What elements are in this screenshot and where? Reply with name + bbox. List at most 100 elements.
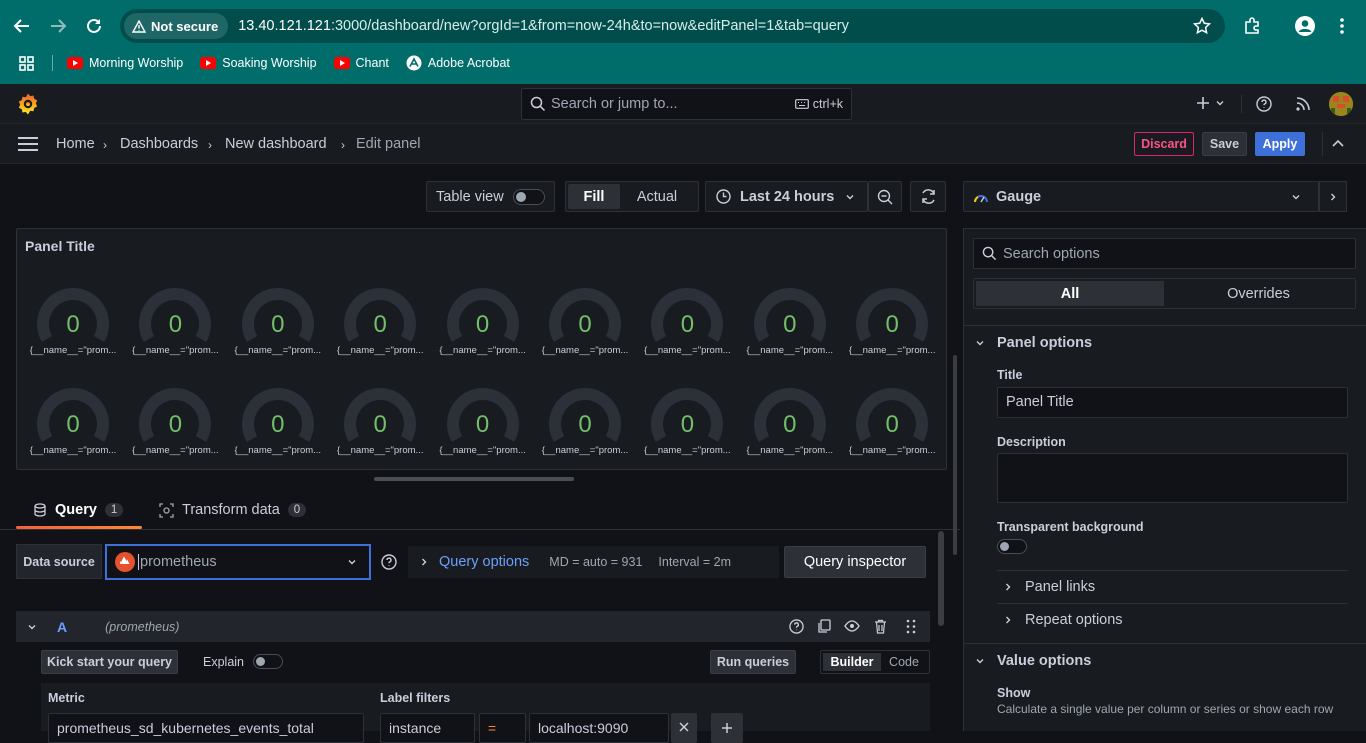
gauge: 0 {__name__="prom... [844,279,940,369]
tab-all[interactable]: All [976,281,1164,306]
visualization-name: Gauge [996,189,1042,205]
bookmark-chant[interactable]: Chant [333,56,389,70]
query-options-bar[interactable]: Query options MD = auto = 931 Interval =… [408,546,779,578]
zoom-out-button[interactable] [868,181,902,212]
gauge-value: 0 [373,311,387,338]
query-row-header[interactable]: A (prometheus) [16,611,930,642]
transform-icon [159,502,174,518]
help-icon[interactable] [789,619,804,634]
query-row-source: (prometheus) [105,619,180,634]
address-bar[interactable]: Not secure 13.40.121.121:3000/dashboard/… [120,9,1225,43]
bookmarks-divider [52,55,53,71]
duplicate-icon[interactable] [817,619,831,634]
actual-option[interactable]: Actual [620,189,694,205]
filter-value-select[interactable]: localhost:9090 [529,713,669,743]
extensions-icon[interactable] [1239,13,1265,39]
news-feed-icon[interactable] [1295,96,1311,112]
run-queries-button[interactable]: Run queries [710,650,796,674]
visualization-picker[interactable]: Gauge [963,181,1319,212]
splitter-scrollbar[interactable] [953,355,957,555]
transparent-field-label: Transparent background [997,520,1144,534]
metric-select[interactable]: prometheus_sd_kubernetes_events_total [48,713,364,743]
panel-resize-handle[interactable] [374,477,574,481]
panel-options-label: Panel options [997,335,1093,351]
panel-links-section[interactable]: Panel links [1003,579,1095,595]
keyboard-icon [794,99,809,109]
panel-options-section[interactable]: Panel options [975,335,1092,351]
save-button[interactable]: Save [1202,132,1247,156]
repeat-options-label: Repeat options [1025,612,1123,628]
grafana-logo-icon[interactable] [16,92,40,116]
search-icon [982,246,997,261]
options-search-input[interactable]: Search options [973,238,1356,269]
table-view-switch[interactable] [512,188,545,205]
global-search-input[interactable]: Search or jump to... ctrl+k [521,88,852,120]
not-secure-badge[interactable]: Not secure [124,13,229,39]
gauge-value: 0 [885,311,899,338]
breadcrumb-home[interactable]: Home [56,136,95,152]
panel-title: Panel Title [25,238,95,254]
transparent-toggle[interactable] [997,539,1027,554]
refresh-button[interactable] [910,181,946,212]
remove-filter-button[interactable] [671,713,697,743]
query-row-letter[interactable]: A [57,619,67,635]
profile-icon[interactable] [1292,13,1318,39]
forward-arrow-icon[interactable] [45,13,71,39]
reload-icon[interactable] [81,13,107,39]
options-divider [964,643,1366,644]
discard-button[interactable]: Discard [1134,132,1194,156]
bookmark-soaking-worship[interactable]: Soaking Worship [200,56,317,70]
query-inspector-button[interactable]: Query inspector [784,546,926,578]
explain-label: Explain [203,655,244,669]
breadcrumb-new-dashboard[interactable]: New dashboard [225,136,327,152]
chevron-down-icon[interactable] [27,622,37,632]
description-textarea[interactable] [997,453,1348,503]
tab-overrides[interactable]: Overrides [1164,281,1353,306]
shortcut-label: ctrl+k [812,97,843,111]
builder-option[interactable]: Builder [823,653,881,671]
query-scrollbar[interactable] [938,531,944,626]
value-options-section[interactable]: Value options [975,653,1091,669]
help-icon[interactable] [1256,96,1272,112]
repeat-options-section[interactable]: Repeat options [1003,612,1123,628]
avatar[interactable] [1329,92,1353,116]
apply-button[interactable]: Apply [1255,132,1305,156]
collapse-chevron-up-icon[interactable] [1332,139,1344,149]
eye-icon[interactable] [844,620,860,632]
drag-handle-icon[interactable] [906,619,916,634]
trash-icon[interactable] [874,619,887,634]
filter-operator-select[interactable]: = [479,713,526,743]
gauge-value: 0 [66,311,80,338]
tab-query[interactable]: Query 1 [33,502,124,518]
gauge-label: {__name__="prom... [336,445,424,456]
bookmark-morning-worship[interactable]: Morning Worship [67,56,183,70]
chevron-right-icon [1006,583,1011,591]
filter-label-select[interactable]: instance [380,713,475,743]
code-option[interactable]: Code [881,655,927,669]
time-range-picker[interactable]: Last 24 hours [705,181,868,212]
bookmark-star-icon[interactable] [1193,17,1211,35]
new-menu-button[interactable] [1196,96,1225,110]
data-source-help-icon[interactable] [377,546,400,578]
fill-option[interactable]: Fill [568,184,620,209]
gauge-value: 0 [271,311,285,338]
title-input[interactable]: Panel Title [997,387,1348,418]
apps-grid-icon[interactable] [19,55,34,71]
table-view-toggle[interactable]: Table view [426,181,555,212]
bookmark-adobe-acrobat[interactable]: Adobe Acrobat [406,55,510,71]
gauge-label: {__name__="prom... [234,445,322,456]
kick-start-button[interactable]: Kick start your query [41,650,178,674]
close-options-pane-button[interactable] [1319,181,1347,212]
breadcrumb-dashboards[interactable]: Dashboards [120,136,198,152]
url-text[interactable]: 13.40.121.121:3000/dashboard/new?orgId=1… [238,18,849,34]
query-tabs: Query 1 Transform data 0 [0,490,960,530]
explain-toggle[interactable] [253,654,283,669]
transform-count-badge: 0 [287,503,307,517]
browser-menu-icon[interactable] [1329,13,1355,39]
tab-transform-data[interactable]: Transform data 0 [159,502,307,518]
back-arrow-icon[interactable] [9,13,35,39]
add-filter-button[interactable] [711,713,743,743]
hamburger-menu-icon[interactable] [18,137,38,151]
panel-preview[interactable]: Panel Title 0 {__name__="prom... 0 {__name_… [16,228,947,470]
data-source-picker[interactable]: prometheus [105,544,371,580]
